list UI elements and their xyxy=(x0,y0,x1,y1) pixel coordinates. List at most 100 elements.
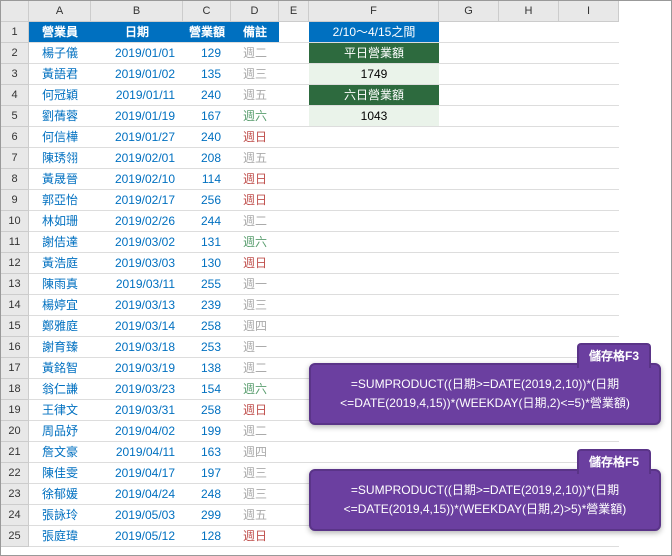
col-header-corner[interactable] xyxy=(1,1,29,22)
cell-note-23[interactable]: 週三 xyxy=(231,484,279,505)
cell-name-3[interactable]: 黃語君 xyxy=(29,64,91,85)
cell-amount-7[interactable]: 208 xyxy=(183,148,231,169)
cell-note-15[interactable]: 週四 xyxy=(231,316,279,337)
cell-blank[interactable] xyxy=(439,295,499,316)
cell-e10[interactable] xyxy=(279,211,309,232)
cell-date-14[interactable]: 2019/03/13 xyxy=(91,295,183,316)
cell-name-20[interactable]: 周品妤 xyxy=(29,421,91,442)
row-header-4[interactable]: 4 xyxy=(1,85,29,106)
col-header-H[interactable]: H xyxy=(499,1,559,22)
cell-note-22[interactable]: 週三 xyxy=(231,463,279,484)
cell-note-7[interactable]: 週五 xyxy=(231,148,279,169)
row-header-1[interactable]: 1 xyxy=(1,22,29,43)
cell-amount-4[interactable]: 240 xyxy=(183,85,231,106)
cell-f11[interactable] xyxy=(309,232,439,253)
cell-note-14[interactable]: 週三 xyxy=(231,295,279,316)
cell-name-7[interactable]: 陳琇翎 xyxy=(29,148,91,169)
cell-amount-10[interactable]: 244 xyxy=(183,211,231,232)
cell-blank[interactable] xyxy=(499,274,559,295)
cell-name-12[interactable]: 黃浩庭 xyxy=(29,253,91,274)
cell-date-21[interactable]: 2019/04/11 xyxy=(91,442,183,463)
cell-amount-16[interactable]: 253 xyxy=(183,337,231,358)
cell-name-2[interactable]: 楊子儀 xyxy=(29,43,91,64)
col-header-E[interactable]: E xyxy=(279,1,309,22)
cell-f4[interactable]: 六日營業額 xyxy=(309,85,439,106)
cell-amount-2[interactable]: 129 xyxy=(183,43,231,64)
cell-date-9[interactable]: 2019/02/17 xyxy=(91,190,183,211)
cell-name-19[interactable]: 王律文 xyxy=(29,400,91,421)
cell-name-16[interactable]: 謝育臻 xyxy=(29,337,91,358)
cell-blank[interactable] xyxy=(499,211,559,232)
cell-note-17[interactable]: 週二 xyxy=(231,358,279,379)
cell-note-10[interactable]: 週二 xyxy=(231,211,279,232)
cell-e5[interactable] xyxy=(279,106,309,127)
cell-blank[interactable] xyxy=(499,43,559,64)
cell-name-10[interactable]: 林如珊 xyxy=(29,211,91,232)
cell-date-11[interactable]: 2019/03/02 xyxy=(91,232,183,253)
cell-blank[interactable] xyxy=(559,232,619,253)
col-header-B[interactable]: B xyxy=(91,1,183,22)
cell-blank[interactable] xyxy=(499,64,559,85)
cell-date-24[interactable]: 2019/05/03 xyxy=(91,505,183,526)
cell-e12[interactable] xyxy=(279,253,309,274)
cell-e6[interactable] xyxy=(279,127,309,148)
cell-name-25[interactable]: 張庭瑋 xyxy=(29,526,91,547)
row-header-25[interactable]: 25 xyxy=(1,526,29,547)
cell-note-5[interactable]: 週六 xyxy=(231,106,279,127)
cell-f3[interactable]: 1749 xyxy=(309,64,439,85)
cell-e2[interactable] xyxy=(279,43,309,64)
cell-date-10[interactable]: 2019/02/26 xyxy=(91,211,183,232)
cell-note-6[interactable]: 週日 xyxy=(231,127,279,148)
cell-note-11[interactable]: 週六 xyxy=(231,232,279,253)
cell-e3[interactable] xyxy=(279,64,309,85)
cell-blank[interactable] xyxy=(439,64,499,85)
row-header-12[interactable]: 12 xyxy=(1,253,29,274)
cell-amount-8[interactable]: 114 xyxy=(183,169,231,190)
cell-blank[interactable] xyxy=(559,64,619,85)
cell-amount-18[interactable]: 154 xyxy=(183,379,231,400)
cell-blank[interactable] xyxy=(439,232,499,253)
cell-date-15[interactable]: 2019/03/14 xyxy=(91,316,183,337)
cell-amount-3[interactable]: 135 xyxy=(183,64,231,85)
cell-blank[interactable] xyxy=(439,148,499,169)
cell-date-13[interactable]: 2019/03/11 xyxy=(91,274,183,295)
cell-amount-19[interactable]: 258 xyxy=(183,400,231,421)
cell-blank[interactable] xyxy=(439,43,499,64)
cell-name-21[interactable]: 詹文豪 xyxy=(29,442,91,463)
cell-blank[interactable] xyxy=(499,85,559,106)
cell-name-6[interactable]: 何信樺 xyxy=(29,127,91,148)
cell-date-7[interactable]: 2019/02/01 xyxy=(91,148,183,169)
cell-note-21[interactable]: 週四 xyxy=(231,442,279,463)
cell-blank[interactable] xyxy=(439,442,499,463)
cell-date-2[interactable]: 2019/01/01 xyxy=(91,43,183,64)
cell-blank[interactable] xyxy=(499,169,559,190)
cell-name-9[interactable]: 郭亞怡 xyxy=(29,190,91,211)
cell-blank[interactable] xyxy=(559,169,619,190)
cell-blank[interactable] xyxy=(559,316,619,337)
cell-blank[interactable] xyxy=(439,337,499,358)
cell-amount-21[interactable]: 163 xyxy=(183,442,231,463)
cell-blank[interactable] xyxy=(559,295,619,316)
cell-amount-5[interactable]: 167 xyxy=(183,106,231,127)
cell-blank[interactable] xyxy=(439,253,499,274)
row-header-18[interactable]: 18 xyxy=(1,379,29,400)
cell-blank[interactable] xyxy=(499,232,559,253)
cell-date-3[interactable]: 2019/01/02 xyxy=(91,64,183,85)
row-header-5[interactable]: 5 xyxy=(1,106,29,127)
cell-note-9[interactable]: 週日 xyxy=(231,190,279,211)
cell-blank[interactable] xyxy=(439,316,499,337)
cell-date-19[interactable]: 2019/03/31 xyxy=(91,400,183,421)
cell-date-17[interactable]: 2019/03/19 xyxy=(91,358,183,379)
cell-date-16[interactable]: 2019/03/18 xyxy=(91,337,183,358)
cell-e25[interactable] xyxy=(279,526,309,547)
cell-amount-17[interactable]: 138 xyxy=(183,358,231,379)
cell-note-19[interactable]: 週日 xyxy=(231,400,279,421)
col-header-F[interactable]: F xyxy=(309,1,439,22)
cell-note-20[interactable]: 週二 xyxy=(231,421,279,442)
cell-name-8[interactable]: 黃晟晉 xyxy=(29,169,91,190)
cell-amount-11[interactable]: 131 xyxy=(183,232,231,253)
cell-date-20[interactable]: 2019/04/02 xyxy=(91,421,183,442)
cell-note-2[interactable]: 週二 xyxy=(231,43,279,64)
cell-date-12[interactable]: 2019/03/03 xyxy=(91,253,183,274)
cell-name-18[interactable]: 翁仁謙 xyxy=(29,379,91,400)
